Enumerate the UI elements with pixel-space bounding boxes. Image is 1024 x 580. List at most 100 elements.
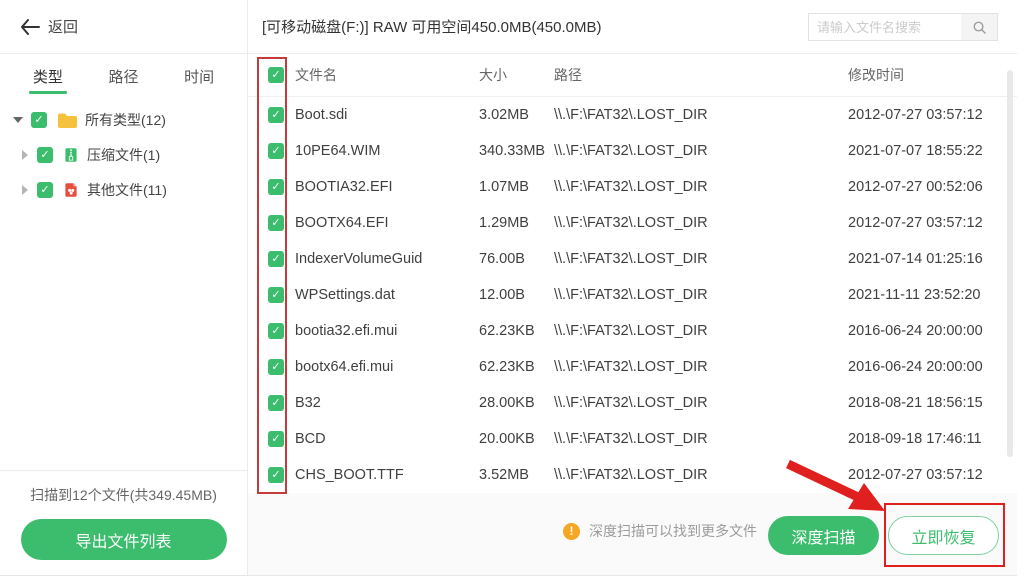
cell-file-mtime: 2012-07-27 03:57:12 (848, 457, 983, 493)
export-file-list-button[interactable]: 导出文件列表 (21, 519, 227, 560)
table-row[interactable]: ✓ CHS_BOOT.TTF 3.52MB \\.\F:\FAT32\.LOST… (248, 457, 1017, 493)
back-arrow-icon (20, 19, 40, 35)
row-checkbox[interactable]: ✓ (268, 143, 284, 159)
column-header-size[interactable]: 大小 (479, 54, 507, 97)
row-checkbox[interactable]: ✓ (268, 323, 284, 339)
table-row[interactable]: ✓ Boot.sdi 3.02MB \\.\F:\FAT32\.LOST_DIR… (248, 97, 1017, 133)
main-panel: [可移动磁盘(F:)] RAW 可用空间450.0MB(450.0MB) ✓ 文… (248, 0, 1017, 576)
cell-file-mtime: 2021-07-14 01:25:16 (848, 241, 983, 277)
tree-item-all-types[interactable]: ✓ 所有类型(12) (0, 102, 247, 137)
deep-scan-hint-text: 深度扫描可以找到更多文件 (589, 521, 757, 541)
column-header-path[interactable]: 路径 (554, 54, 582, 97)
warning-icon: ! (563, 523, 580, 540)
cell-file-mtime: 2012-07-27 03:57:12 (848, 205, 983, 241)
tree-checkbox[interactable]: ✓ (37, 182, 53, 198)
cell-file-name: bootx64.efi.mui (295, 349, 393, 385)
cell-file-size: 62.23KB (479, 349, 535, 385)
cell-file-name: B32 (295, 385, 321, 421)
column-header-name[interactable]: 文件名 (295, 54, 337, 97)
back-button[interactable]: 返回 (0, 0, 247, 54)
table-row[interactable]: ✓ 10PE64.WIM 340.33MB \\.\F:\FAT32\.LOST… (248, 133, 1017, 169)
row-checkbox[interactable]: ✓ (268, 215, 284, 231)
search-box (808, 13, 998, 41)
cell-file-mtime: 2012-07-27 00:52:06 (848, 169, 983, 205)
cell-file-size: 28.00KB (479, 385, 535, 421)
table-row[interactable]: ✓ BOOTX64.EFI 1.29MB \\.\F:\FAT32\.LOST_… (248, 205, 1017, 241)
cell-file-mtime: 2016-06-24 20:00:00 (848, 349, 983, 385)
select-all-checkbox[interactable]: ✓ (268, 67, 284, 83)
table-header: ✓ 文件名 大小 路径 修改时间 (248, 54, 1017, 97)
cell-file-mtime: 2021-11-11 23:52:20 (848, 277, 981, 313)
table-row[interactable]: ✓ WPSettings.dat 12.00B \\.\F:\FAT32\.LO… (248, 277, 1017, 313)
search-input[interactable] (809, 14, 961, 40)
cell-file-size: 62.23KB (479, 313, 535, 349)
row-checkbox[interactable]: ✓ (268, 179, 284, 195)
recover-now-button[interactable]: 立即恢复 (888, 516, 999, 555)
cell-file-mtime: 2021-07-07 18:55:22 (848, 133, 983, 169)
cell-file-size: 3.02MB (479, 97, 529, 133)
cell-file-name: IndexerVolumeGuid (295, 241, 422, 277)
row-checkbox[interactable]: ✓ (268, 287, 284, 303)
row-checkbox[interactable]: ✓ (268, 359, 284, 375)
cell-file-size: 76.00B (479, 241, 525, 277)
tree-item-label: 压缩文件(1) (87, 145, 160, 165)
cell-file-path: \\.\F:\FAT32\.LOST_DIR (554, 313, 708, 349)
cell-file-path: \\.\F:\FAT32\.LOST_DIR (554, 133, 708, 169)
table-row[interactable]: ✓ IndexerVolumeGuid 76.00B \\.\F:\FAT32\… (248, 241, 1017, 277)
cell-file-size: 12.00B (479, 277, 525, 313)
cell-file-name: CHS_BOOT.TTF (295, 457, 404, 493)
archive-file-icon (63, 146, 79, 164)
row-checkbox[interactable]: ✓ (268, 107, 284, 123)
tree-item-archives[interactable]: ✓ 压缩文件(1) (0, 137, 247, 172)
sidebar-footer: 扫描到12个文件(共349.45MB) 导出文件列表 (0, 470, 247, 576)
row-checkbox[interactable]: ✓ (268, 251, 284, 267)
table-row[interactable]: ✓ BCD 20.00KB \\.\F:\FAT32\.LOST_DIR 201… (248, 421, 1017, 457)
cell-file-name: WPSettings.dat (295, 277, 395, 313)
file-type-tree: ✓ 所有类型(12) ✓ 压缩文件(1) (0, 98, 247, 207)
cell-file-size: 1.29MB (479, 205, 529, 241)
tab-path[interactable]: 路径 (86, 54, 162, 98)
caret-right-icon[interactable] (22, 185, 28, 195)
row-checkbox[interactable]: ✓ (268, 431, 284, 447)
cell-file-name: BOOTX64.EFI (295, 205, 388, 241)
cell-file-path: \\.\F:\FAT32\.LOST_DIR (554, 385, 708, 421)
deep-scan-button[interactable]: 深度扫描 (768, 516, 879, 555)
file-recovery-window: 返回 类型 路径 时间 ✓ 所有类型(12) ✓ (0, 0, 1017, 576)
tab-time[interactable]: 时间 (161, 54, 237, 98)
cell-file-mtime: 2018-08-21 18:56:15 (848, 385, 983, 421)
table-row[interactable]: ✓ bootia32.efi.mui 62.23KB \\.\F:\FAT32\… (248, 313, 1017, 349)
cell-file-path: \\.\F:\FAT32\.LOST_DIR (554, 169, 708, 205)
cell-file-name: 10PE64.WIM (295, 133, 380, 169)
search-button[interactable] (961, 14, 997, 40)
caret-down-icon[interactable] (13, 117, 23, 123)
cell-file-size: 340.33MB (479, 133, 545, 169)
cell-file-path: \\.\F:\FAT32\.LOST_DIR (554, 97, 708, 133)
row-checkbox[interactable]: ✓ (268, 395, 284, 411)
folder-icon (57, 111, 77, 129)
deep-scan-hint: ! 深度扫描可以找到更多文件 (563, 521, 757, 541)
cell-file-path: \\.\F:\FAT32\.LOST_DIR (554, 349, 708, 385)
sidebar-tabs: 类型 路径 时间 (0, 54, 247, 98)
tree-checkbox[interactable]: ✓ (31, 112, 47, 128)
tree-item-other-files[interactable]: ✓ 其他文件(11) (0, 172, 247, 207)
table-row[interactable]: ✓ bootx64.efi.mui 62.23KB \\.\F:\FAT32\.… (248, 349, 1017, 385)
file-list: ✓ Boot.sdi 3.02MB \\.\F:\FAT32\.LOST_DIR… (248, 97, 1017, 493)
cell-file-size: 20.00KB (479, 421, 535, 457)
row-checkbox[interactable]: ✓ (268, 467, 284, 483)
cell-file-name: bootia32.efi.mui (295, 313, 397, 349)
table-row[interactable]: ✓ BOOTIA32.EFI 1.07MB \\.\F:\FAT32\.LOST… (248, 169, 1017, 205)
column-header-mtime[interactable]: 修改时间 (848, 54, 904, 97)
scan-summary: 扫描到12个文件(共349.45MB) (0, 485, 247, 505)
tree-checkbox[interactable]: ✓ (37, 147, 53, 163)
cell-file-path: \\.\F:\FAT32\.LOST_DIR (554, 457, 708, 493)
main-header: [可移动磁盘(F:)] RAW 可用空间450.0MB(450.0MB) (248, 0, 1017, 54)
cell-file-path: \\.\F:\FAT32\.LOST_DIR (554, 421, 708, 457)
tree-item-label: 其他文件(11) (87, 180, 167, 200)
cell-file-size: 1.07MB (479, 169, 529, 205)
table-row[interactable]: ✓ B32 28.00KB \\.\F:\FAT32\.LOST_DIR 201… (248, 385, 1017, 421)
search-icon (972, 20, 987, 35)
vertical-scrollbar[interactable] (1007, 70, 1013, 457)
caret-right-icon[interactable] (22, 150, 28, 160)
tab-type[interactable]: 类型 (10, 54, 86, 98)
tree-item-label: 所有类型(12) (85, 110, 166, 130)
